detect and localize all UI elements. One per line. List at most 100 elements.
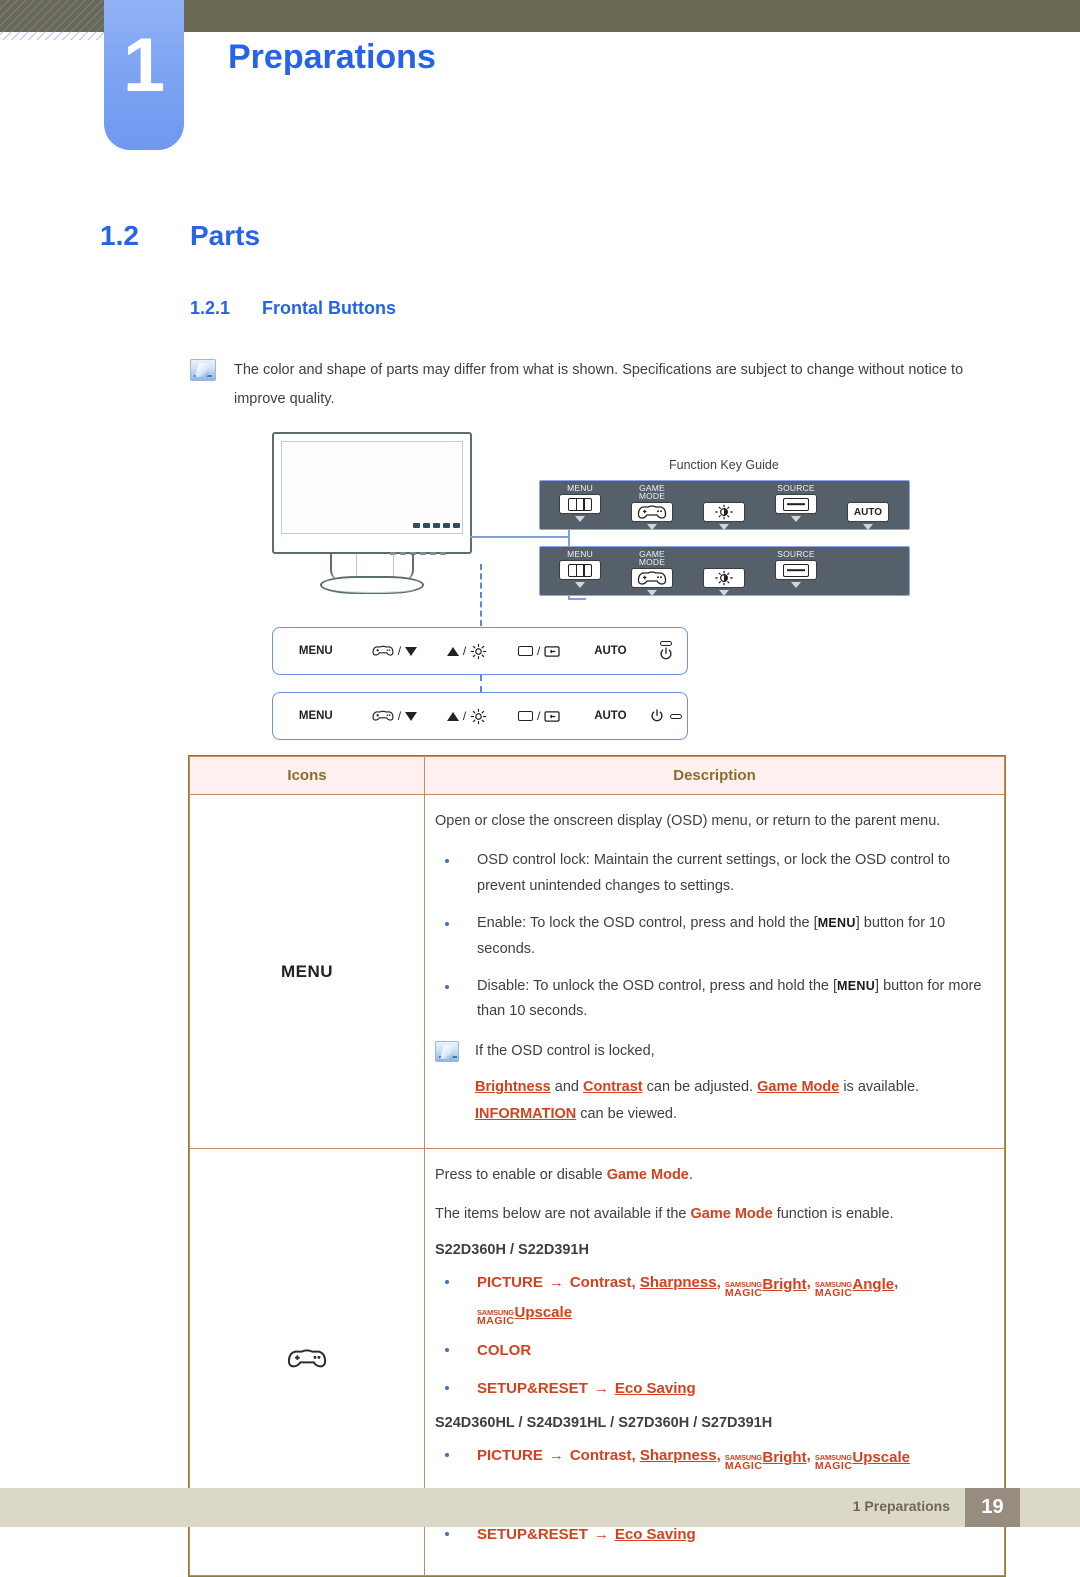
- subnote-l2d: can be adjusted.: [642, 1079, 758, 1096]
- item-magicupscale[interactable]: SAMSUNG MAGIC Upscale: [815, 1445, 910, 1472]
- strip1-power-button[interactable]: [645, 641, 687, 661]
- link-brightness[interactable]: Brightness: [475, 1079, 551, 1095]
- arrow-icon: →: [548, 1273, 564, 1291]
- list-item-color: COLOR: [435, 1338, 990, 1364]
- link-game-mode[interactable]: Game Mode: [691, 1206, 773, 1222]
- gamemode-group-1: PICTURE → Contrast, Sharpness, SAMSUNG MAGI…: [435, 1270, 990, 1403]
- window-icon: [518, 711, 534, 721]
- table-header-row: Icons Description: [189, 756, 1005, 795]
- strip2-power-button[interactable]: [645, 709, 687, 723]
- chevron-down-icon: [791, 582, 801, 588]
- strip2-gamemode-down[interactable]: /: [359, 709, 431, 723]
- item-magicangle[interactable]: SAMSUNG MAGIC Angle: [815, 1272, 894, 1299]
- strip2-up-brightness[interactable]: /: [430, 708, 504, 725]
- item-setupreset-label[interactable]: SETUP&RESET: [477, 1526, 588, 1543]
- fkg-key-auto[interactable]: AUTO: [834, 481, 902, 531]
- menu-bullet-list: OSD control lock: Maintain the current s…: [435, 848, 990, 1024]
- strip1-auto-button[interactable]: AUTO: [576, 645, 646, 657]
- menu-kbd: MENU: [837, 978, 876, 993]
- item-sharpness[interactable]: Sharpness: [640, 1274, 717, 1291]
- button-strip-1: MENU / / / AUTO: [272, 627, 688, 675]
- slash-separator: /: [397, 709, 402, 723]
- item-eco-saving[interactable]: Eco Saving: [615, 1526, 696, 1543]
- chevron-down-icon: [791, 516, 801, 522]
- item-setupreset-label[interactable]: SETUP&RESET: [477, 1380, 588, 1397]
- strip1-gamemode-down[interactable]: /: [359, 644, 431, 658]
- footer-text: 1 Preparations: [852, 1498, 950, 1514]
- link-contrast[interactable]: Contrast: [583, 1079, 643, 1095]
- item-magicbright[interactable]: SAMSUNG MAGIC Bright: [725, 1272, 807, 1299]
- slash-separator: /: [537, 709, 541, 723]
- magic-mid: MAGIC: [477, 1314, 515, 1327]
- table-header-icons: Icons: [189, 756, 425, 795]
- chevron-down-icon: [575, 582, 585, 588]
- source-icon: [775, 560, 817, 580]
- enter-source-icon: [544, 710, 561, 723]
- p2-post: function is enable.: [772, 1206, 894, 1223]
- note-text: The color and shape of parts may differ …: [234, 362, 964, 407]
- magic-name[interactable]: Upscale: [515, 1300, 573, 1326]
- fkg2-key-brightness[interactable]: [690, 547, 758, 597]
- item-picture-label[interactable]: PICTURE: [477, 1274, 543, 1291]
- bullet2-pre: Enable: To lock the OSD control, press a…: [477, 915, 818, 932]
- strip1-window-source[interactable]: /: [504, 644, 576, 658]
- fkg-key-brightness[interactable]: [690, 481, 758, 531]
- item-contrast[interactable]: Contrast: [570, 1274, 632, 1291]
- brightness-sun-icon: [470, 643, 487, 660]
- magic-name[interactable]: Angle: [852, 1272, 894, 1298]
- menu-bars-icon: [559, 494, 601, 514]
- item-sharpness[interactable]: Sharpness: [640, 1447, 717, 1464]
- magic-name[interactable]: Bright: [762, 1445, 806, 1471]
- frontal-buttons-diagram: Function Key Guide MENU GAME MODE SOURCE: [0, 424, 1080, 740]
- item-eco-saving[interactable]: Eco Saving: [615, 1380, 696, 1397]
- subnote-line-1: If the OSD control is locked,: [475, 1042, 655, 1059]
- link-information[interactable]: INFORMATION: [475, 1106, 576, 1122]
- row-menu-desc-cell: Open or close the onscreen display (OSD)…: [424, 793, 1005, 1150]
- strip2-auto-button[interactable]: AUTO: [576, 710, 646, 722]
- fkg-key-menu[interactable]: MENU: [546, 481, 614, 531]
- strip2-menu-button[interactable]: MENU: [273, 710, 359, 722]
- fkg2-key-source[interactable]: SOURCE: [762, 547, 830, 597]
- subnote-l2f: is available.: [839, 1079, 920, 1096]
- subsection-title: Frontal Buttons: [262, 298, 396, 318]
- fkg2-key-game-mode[interactable]: GAME MODE: [618, 547, 686, 597]
- item-magicupscale[interactable]: SAMSUNG MAGIC Upscale: [477, 1300, 573, 1327]
- strip1-up-brightness[interactable]: /: [430, 643, 504, 660]
- chevron-down-icon: [647, 524, 657, 530]
- osd-lock-subnote-body: If the OSD control is locked, Brightness…: [475, 1038, 919, 1128]
- fkg2-key-gamemode-label-2: MODE: [638, 557, 666, 567]
- chevron-down-icon: [575, 516, 585, 522]
- fkg-key-source[interactable]: SOURCE: [762, 481, 830, 531]
- fkg-key-game-mode[interactable]: GAME MODE: [618, 481, 686, 531]
- gamemode-paragraph-1: Press to enable or disable Game Mode.: [435, 1163, 990, 1188]
- link-game-mode[interactable]: Game Mode: [607, 1167, 689, 1183]
- monitor-illustration: [272, 432, 472, 554]
- item-magicbright[interactable]: SAMSUNG MAGIC Bright: [725, 1445, 807, 1472]
- footer-page-number: 19: [965, 1488, 1020, 1527]
- brightness-sun-icon: [470, 708, 487, 725]
- function-key-guide-label: Function Key Guide: [669, 458, 779, 472]
- item-contrast[interactable]: Contrast: [570, 1447, 632, 1464]
- link-game-mode[interactable]: Game Mode: [757, 1079, 839, 1095]
- row-menu-icon-cell: MENU: [189, 793, 425, 1150]
- magic-name[interactable]: Upscale: [852, 1445, 910, 1471]
- enter-source-icon: [544, 645, 561, 658]
- chevron-down-icon: [863, 524, 873, 530]
- p2-pre: The items below are not available if the: [435, 1206, 691, 1223]
- note-block: The color and shape of parts may differ …: [190, 356, 990, 414]
- subnote-l3b: can be viewed.: [576, 1106, 677, 1123]
- menu-kbd: MENU: [817, 916, 856, 931]
- p1-pre: Press to enable or disable: [435, 1167, 607, 1184]
- fkg2-key-source-label: SOURCE: [777, 549, 815, 559]
- monitor-screen: [281, 441, 463, 534]
- item-picture-label[interactable]: PICTURE: [477, 1447, 543, 1464]
- gamepad-icon: [631, 502, 673, 522]
- item-color-label[interactable]: COLOR: [477, 1342, 531, 1359]
- fkg2-key-menu[interactable]: MENU: [546, 547, 614, 597]
- list-item: OSD control lock: Maintain the current s…: [435, 848, 990, 899]
- strip1-menu-button[interactable]: MENU: [273, 645, 359, 657]
- strip2-window-source[interactable]: /: [504, 709, 576, 723]
- magic-name[interactable]: Bright: [762, 1272, 806, 1298]
- arrow-icon: →: [593, 1380, 609, 1398]
- list-item: Disable: To unlock the OSD control, pres…: [435, 974, 990, 1025]
